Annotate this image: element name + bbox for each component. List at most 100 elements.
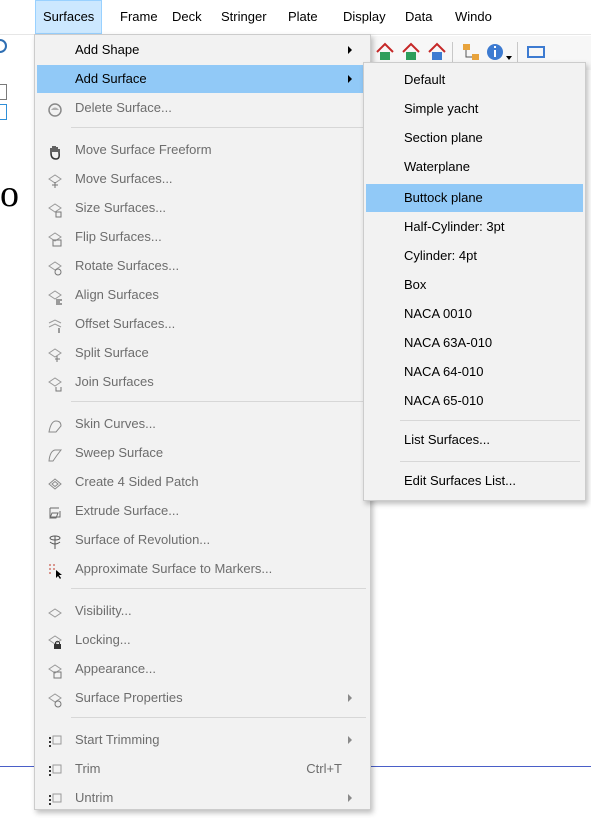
house-red-icon[interactable] bbox=[400, 41, 422, 63]
menu-separator bbox=[71, 588, 366, 589]
menu-item-add-shape[interactable]: Add Shape bbox=[37, 36, 368, 64]
menubar-frame[interactable]: Frame bbox=[113, 0, 165, 34]
submenu-item-naca-64-010[interactable]: NACA 64-010 bbox=[366, 358, 583, 386]
delete-surface-icon bbox=[47, 100, 63, 117]
menubar-deck[interactable]: Deck bbox=[165, 0, 209, 34]
menu-item-label: Locking... bbox=[75, 632, 131, 647]
submenu-item-default[interactable]: Default bbox=[366, 66, 583, 94]
menu-item-label: Appearance... bbox=[75, 661, 156, 676]
submenu-item-naca-65-010[interactable]: NACA 65-010 bbox=[366, 387, 583, 415]
menu-bar: Surfaces Frame Deck Stringer Plate Displ… bbox=[0, 0, 591, 35]
menu-item-appearance[interactable]: Appearance... bbox=[37, 655, 368, 683]
submenu-item-label: Buttock plane bbox=[404, 190, 483, 205]
menu-item-delete-surface[interactable]: Delete Surface... bbox=[37, 94, 368, 122]
menu-item-align-surfaces[interactable]: Align Surfaces bbox=[37, 281, 368, 309]
submenu-item-cylinder[interactable]: Cylinder: 4pt bbox=[366, 242, 583, 270]
flip-surfaces-icon bbox=[47, 229, 63, 247]
menu-item-label: Visibility... bbox=[75, 603, 132, 618]
menu-item-size-surfaces[interactable]: Size Surfaces... bbox=[37, 194, 368, 222]
submenu-item-label: NACA 64-010 bbox=[404, 364, 484, 379]
menu-item-label: Join Surfaces bbox=[75, 374, 154, 389]
four-sided-patch-icon bbox=[47, 474, 63, 490]
menu-item-shortcut: Ctrl+T bbox=[306, 761, 342, 776]
menubar-plate[interactable]: Plate bbox=[281, 0, 325, 34]
menu-item-join-surfaces[interactable]: Join Surfaces bbox=[37, 368, 368, 396]
submenu-item-simple-yacht[interactable]: Simple yacht bbox=[366, 95, 583, 123]
menu-item-surface-of-revolution[interactable]: Surface of Revolution... bbox=[37, 526, 368, 554]
menu-item-untrim[interactable]: Untrim bbox=[37, 784, 368, 812]
skin-curves-icon bbox=[47, 416, 63, 433]
menubar-data[interactable]: Data bbox=[398, 0, 439, 34]
menubar-display[interactable]: Display bbox=[336, 0, 393, 34]
menu-item-label: Delete Surface... bbox=[75, 100, 172, 115]
submenu-arrow-icon bbox=[348, 736, 352, 744]
menu-item-label: Move Surface Freeform bbox=[75, 142, 212, 157]
menubar-stringer[interactable]: Stringer bbox=[214, 0, 274, 34]
join-surfaces-icon bbox=[47, 374, 63, 392]
submenu-item-half-cylinder[interactable]: Half-Cylinder: 3pt bbox=[366, 213, 583, 241]
submenu-arrow-icon bbox=[348, 75, 352, 83]
menu-item-start-trimming[interactable]: Start Trimming bbox=[37, 726, 368, 754]
house-blue-icon[interactable] bbox=[426, 41, 448, 63]
menu-item-approximate-surface[interactable]: Approximate Surface to Markers... bbox=[37, 555, 368, 583]
menu-item-split-surface[interactable]: Split Surface bbox=[37, 339, 368, 367]
menu-item-trim[interactable]: Trim Ctrl+T bbox=[37, 755, 368, 783]
hierarchy-icon[interactable] bbox=[460, 41, 482, 63]
menu-separator bbox=[71, 401, 366, 402]
dropdown-arrow-icon[interactable] bbox=[506, 56, 512, 60]
menu-item-extrude-surface[interactable]: Extrude Surface... bbox=[37, 497, 368, 525]
menu-item-sweep-surface[interactable]: Sweep Surface bbox=[37, 439, 368, 467]
menu-item-locking[interactable]: Locking... bbox=[37, 626, 368, 654]
submenu-item-label: List Surfaces... bbox=[404, 432, 490, 447]
submenu-item-label: NACA 63A-010 bbox=[404, 335, 493, 350]
submenu-arrow-icon bbox=[348, 46, 352, 54]
submenu-item-label: Box bbox=[404, 277, 427, 292]
toolbar-fragment-icon bbox=[0, 38, 8, 56]
submenu-item-naca-63a-010[interactable]: NACA 63A-010 bbox=[366, 329, 583, 357]
submenu-item-waterplane[interactable]: Waterplane bbox=[366, 153, 583, 181]
layers-icon[interactable] bbox=[525, 41, 547, 63]
canvas-line bbox=[371, 766, 591, 767]
submenu-item-edit-surfaces-list[interactable]: Edit Surfaces List... bbox=[366, 467, 583, 495]
submenu-arrow-icon bbox=[348, 794, 352, 802]
menu-separator bbox=[71, 717, 366, 718]
menu-item-move-surface-freeform[interactable]: Move Surface Freeform bbox=[37, 136, 368, 164]
menubar-window[interactable]: Windo bbox=[448, 0, 499, 34]
menu-item-label: Move Surfaces... bbox=[75, 171, 173, 186]
start-trimming-icon bbox=[47, 732, 63, 748]
menu-item-label: Extrude Surface... bbox=[75, 503, 180, 518]
hand-icon bbox=[47, 142, 63, 160]
menu-item-move-surfaces[interactable]: Move Surfaces... bbox=[37, 165, 368, 193]
rotate-surfaces-icon bbox=[47, 258, 63, 276]
submenu-item-list-surfaces[interactable]: List Surfaces... bbox=[366, 426, 583, 454]
menu-item-create-4-sided-patch[interactable]: Create 4 Sided Patch bbox=[37, 468, 368, 496]
menubar-surfaces[interactable]: Surfaces bbox=[35, 0, 103, 34]
menu-item-skin-curves[interactable]: Skin Curves... bbox=[37, 410, 368, 438]
menu-item-label: Surface of Revolution... bbox=[75, 532, 211, 547]
house-red-icon[interactable] bbox=[374, 41, 396, 63]
menu-item-visibility[interactable]: Visibility... bbox=[37, 597, 368, 625]
menu-item-add-surface[interactable]: Add Surface bbox=[37, 65, 368, 93]
menu-item-rotate-surfaces[interactable]: Rotate Surfaces... bbox=[37, 252, 368, 280]
toolbar-separator bbox=[452, 42, 453, 62]
submenu-item-box[interactable]: Box bbox=[366, 271, 583, 299]
surface-revolution-icon bbox=[47, 532, 63, 549]
submenu-item-label: Edit Surfaces List... bbox=[404, 473, 516, 488]
menu-item-label: Align Surfaces bbox=[75, 287, 159, 302]
submenu-item-label: Waterplane bbox=[404, 159, 470, 174]
menu-item-surface-properties[interactable]: Surface Properties bbox=[37, 684, 368, 712]
menu-item-flip-surfaces[interactable]: Flip Surfaces... bbox=[37, 223, 368, 251]
submenu-item-label: Simple yacht bbox=[404, 101, 479, 116]
submenu-item-label: NACA 65-010 bbox=[404, 393, 484, 408]
submenu-item-buttock-plane[interactable]: Buttock plane bbox=[366, 184, 583, 212]
info-icon[interactable] bbox=[484, 41, 506, 63]
lock-icon bbox=[47, 632, 63, 649]
menu-separator bbox=[71, 127, 366, 128]
add-surface-submenu: Default Simple yacht Section plane Water… bbox=[363, 62, 586, 501]
sweep-surface-icon bbox=[47, 445, 63, 462]
menu-item-offset-surfaces[interactable]: Offset Surfaces... bbox=[37, 310, 368, 338]
submenu-item-naca-0010[interactable]: NACA 0010 bbox=[366, 300, 583, 328]
submenu-item-section-plane[interactable]: Section plane bbox=[366, 124, 583, 152]
extrude-surface-icon bbox=[47, 503, 63, 519]
submenu-item-label: Section plane bbox=[404, 130, 483, 145]
